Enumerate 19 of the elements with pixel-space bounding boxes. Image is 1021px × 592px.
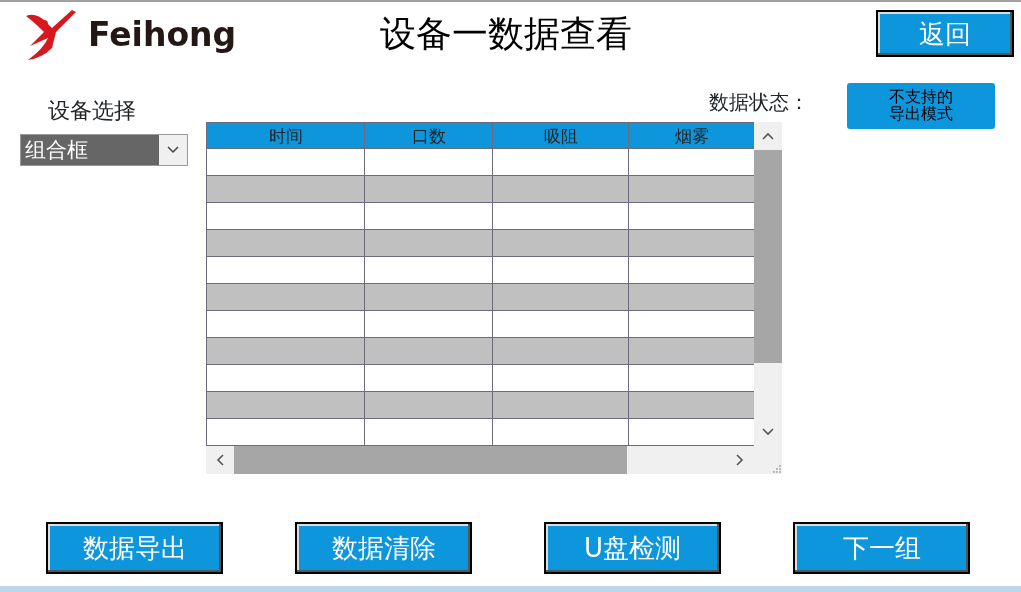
scrollbar-thumb[interactable]: [754, 150, 782, 363]
page-title: 设备一数据查看: [380, 12, 632, 56]
column-header: 吸阻: [493, 122, 629, 149]
action-button[interactable]: 下一组: [793, 522, 970, 574]
action-button[interactable]: U盘检测: [544, 522, 721, 574]
data-status-indicator: 不支持的导出模式: [888, 89, 954, 123]
back-button[interactable]: 返回: [876, 10, 1014, 57]
brand-name: Feihong: [88, 17, 237, 51]
data-status-label: 数据状态：: [709, 89, 809, 116]
device-select-label: 设备选择: [48, 100, 137, 122]
device-dropdown[interactable]: 组合框: [20, 134, 188, 166]
action-button[interactable]: 数据导出: [46, 522, 223, 574]
column-header: 烟雾: [629, 122, 754, 149]
column-header: 口数: [365, 122, 493, 149]
scrollbar-thumb[interactable]: [234, 446, 627, 474]
column-header: 时间: [207, 122, 365, 149]
action-button[interactable]: 数据清除: [295, 522, 472, 574]
resize-grip-icon: [772, 464, 782, 474]
chevron-down-icon: [167, 146, 179, 154]
